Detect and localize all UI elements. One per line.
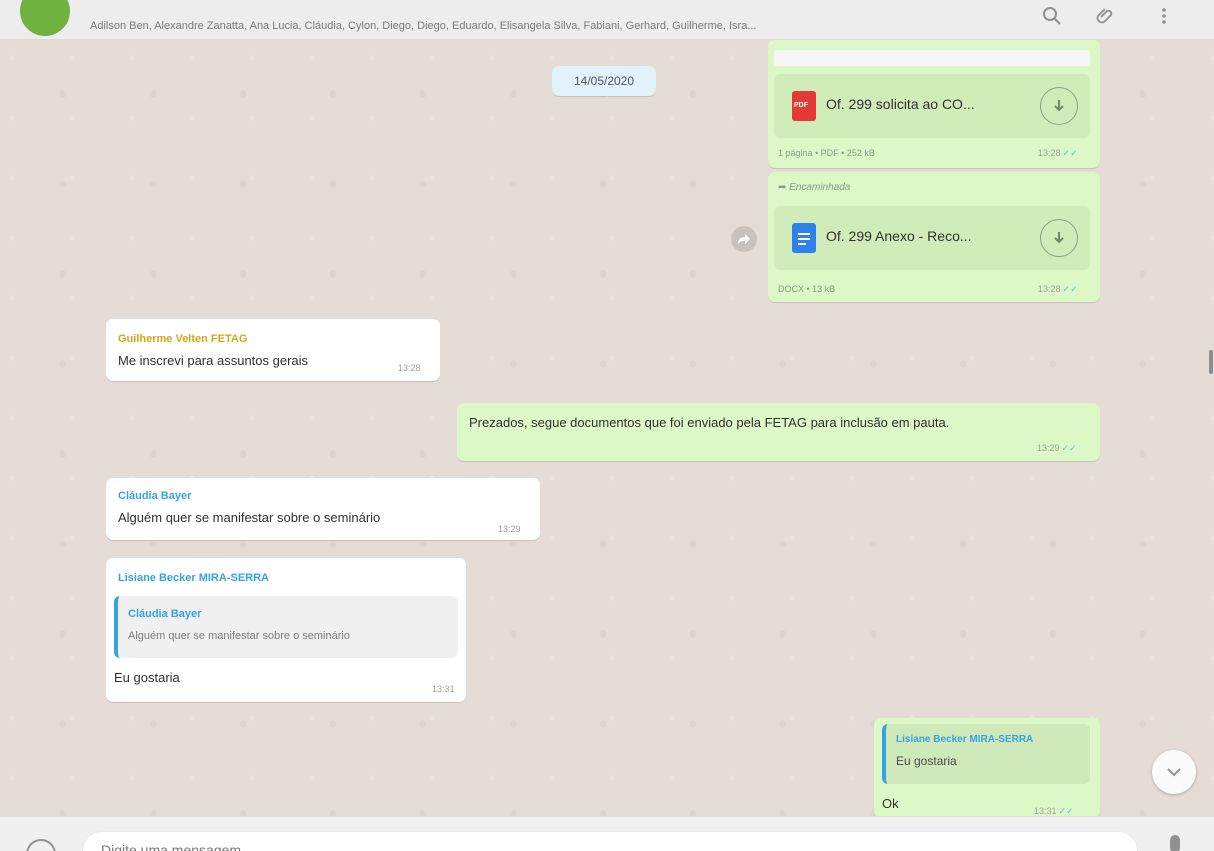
docx-icon bbox=[792, 223, 816, 253]
menu-icon[interactable] bbox=[1152, 4, 1176, 28]
message-time: 13:28 ✓✓ bbox=[1038, 284, 1078, 295]
read-ticks-icon: ✓✓ bbox=[1062, 148, 1078, 158]
sender-name[interactable]: Guilherme Velten FETAG bbox=[118, 333, 247, 345]
composer-bar bbox=[0, 816, 1214, 851]
outgoing-reply-message[interactable]: Lisiane Becker MIRA-SERRA Eu gostaria Ok… bbox=[874, 718, 1100, 816]
incoming-message[interactable]: Cláudia Bayer Alguém quer se manifestar … bbox=[106, 478, 540, 540]
read-ticks-icon: ✓✓ bbox=[1058, 806, 1074, 816]
pdf-icon: PDF bbox=[792, 91, 816, 121]
time-text: 13:31 bbox=[1034, 806, 1057, 816]
message-text: Eu gostaria bbox=[114, 670, 180, 685]
quoted-message[interactable]: Cláudia Bayer Alguém quer se manifestar … bbox=[114, 596, 458, 658]
forwarded-label: ➦ Encaminhada bbox=[778, 182, 851, 193]
incoming-message[interactable]: Guilherme Velten FETAG Me inscrevi para … bbox=[106, 319, 440, 381]
sender-name[interactable]: Lisiane Becker MIRA-SERRA bbox=[118, 572, 269, 584]
message-text: Prezados, segue documentos que foi envia… bbox=[469, 415, 950, 430]
document-meta: 1 página • PDF • 252 kB bbox=[778, 148, 875, 158]
document-message-docx[interactable]: ➦ Encaminhada Of. 299 Anexo - Reco... DO… bbox=[768, 172, 1100, 302]
forward-icon[interactable] bbox=[731, 226, 757, 252]
pdf-type-label: PDF bbox=[794, 102, 808, 109]
document-message-pdf[interactable]: PDF Of. 299 solicita ao CO... 1 página •… bbox=[768, 40, 1100, 168]
download-icon[interactable] bbox=[1040, 219, 1078, 257]
document-name: Of. 299 Anexo - Reco... bbox=[826, 228, 972, 244]
read-ticks-icon: ✓✓ bbox=[1062, 284, 1078, 294]
emoji-icon[interactable] bbox=[26, 839, 56, 851]
group-avatar[interactable] bbox=[20, 0, 70, 36]
sender-name[interactable]: Cláudia Bayer bbox=[118, 490, 191, 502]
time-text: 13:28 bbox=[1038, 284, 1061, 294]
message-text: Alguém quer se manifestar sobre o seminá… bbox=[118, 510, 381, 525]
quoted-sender: Cláudia Bayer bbox=[128, 608, 202, 620]
search-icon[interactable] bbox=[1040, 4, 1064, 28]
time-text: 13:29 bbox=[1037, 443, 1060, 453]
message-time: 13:28 ✓✓ bbox=[1038, 148, 1078, 159]
document-meta: DOCX • 13 kB bbox=[778, 284, 836, 294]
message-composer[interactable] bbox=[82, 831, 1138, 851]
message-time: 13:31 bbox=[432, 684, 455, 694]
document-card[interactable]: PDF Of. 299 solicita ao CO... bbox=[774, 74, 1090, 138]
message-text: Me inscrevi para assuntos gerais bbox=[118, 353, 309, 368]
message-text: Ok bbox=[882, 796, 899, 811]
quoted-message[interactable]: Lisiane Becker MIRA-SERRA Eu gostaria bbox=[882, 724, 1090, 784]
chevron-down-icon bbox=[1167, 768, 1181, 777]
message-time: 13:29 bbox=[498, 524, 521, 534]
quoted-text: Alguém quer se manifestar sobre o seminá… bbox=[128, 630, 350, 642]
attach-icon[interactable] bbox=[1094, 4, 1118, 28]
microphone-icon[interactable] bbox=[1170, 835, 1180, 851]
date-chip: 14/05/2020 bbox=[552, 66, 656, 96]
scrollbar-thumb[interactable] bbox=[1209, 350, 1213, 374]
quoted-sender: Lisiane Becker MIRA-SERRA bbox=[896, 734, 1034, 745]
forwarded-text: Encaminhada bbox=[789, 182, 851, 193]
time-text: 13:28 bbox=[1038, 148, 1061, 158]
message-time: 13:28 bbox=[398, 363, 421, 373]
incoming-reply-message[interactable]: Lisiane Becker MIRA-SERRA Cláudia Bayer … bbox=[106, 558, 466, 702]
document-preview-strip bbox=[774, 50, 1090, 66]
message-time: 13:29 ✓✓ bbox=[1037, 443, 1077, 454]
chat-header: Adilson Ben, Alexandre Zanatta, Ana Luci… bbox=[0, 0, 1214, 40]
quoted-text: Eu gostaria bbox=[896, 754, 957, 768]
outgoing-message[interactable]: Prezados, segue documentos que foi envia… bbox=[457, 403, 1100, 461]
document-name: Of. 299 solicita ao CO... bbox=[826, 96, 975, 112]
read-ticks-icon: ✓✓ bbox=[1061, 443, 1077, 453]
scroll-down-button[interactable] bbox=[1152, 750, 1196, 794]
download-icon[interactable] bbox=[1040, 87, 1078, 125]
document-card[interactable]: Of. 299 Anexo - Reco... bbox=[774, 206, 1090, 270]
message-input[interactable] bbox=[101, 842, 1001, 851]
group-participants[interactable]: Adilson Ben, Alexandre Zanatta, Ana Luci… bbox=[90, 20, 1010, 32]
message-time: 13:31 ✓✓ bbox=[1034, 806, 1074, 816]
chat-area: 14/05/2020 PDF Of. 299 solicita ao CO...… bbox=[0, 40, 1214, 816]
